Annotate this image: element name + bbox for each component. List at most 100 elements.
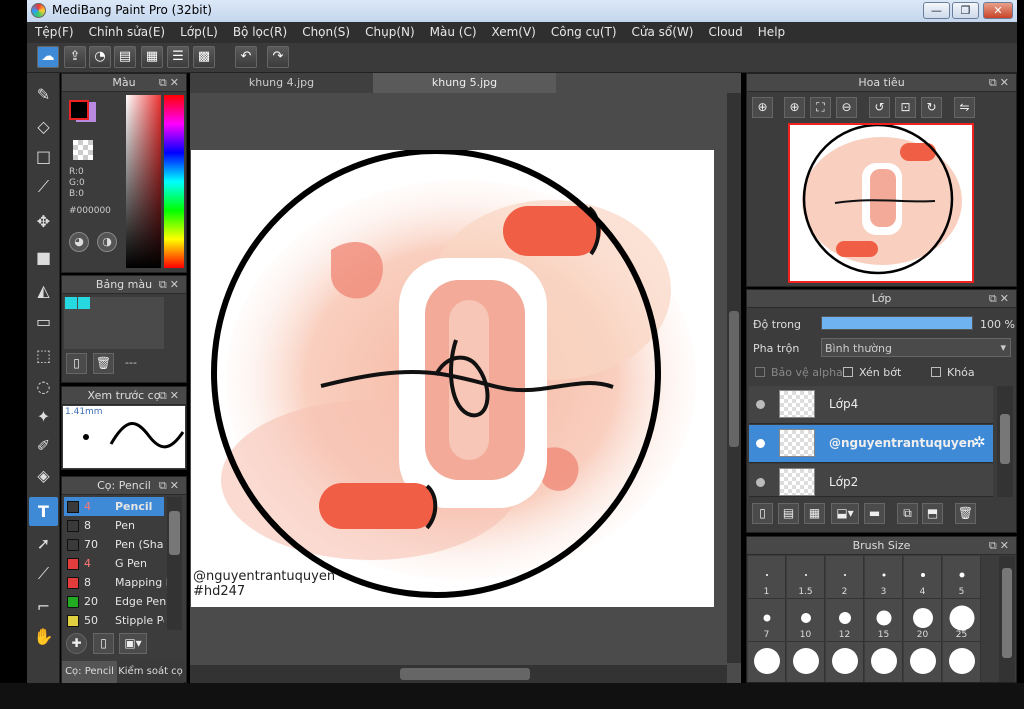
tab-khung-4[interactable]: khung 4.jpg xyxy=(190,73,373,93)
brush-size-cell[interactable]: 4 xyxy=(904,556,942,599)
layer-row[interactable]: Lớp4 xyxy=(749,386,993,424)
tab-brush-control[interactable]: Kiểm soát cọ xyxy=(117,661,184,683)
duplicate-layer-icon[interactable]: ⧉ xyxy=(897,503,918,524)
menu-layer[interactable]: Lớp(L) xyxy=(172,22,225,39)
navigator-thumbnail[interactable] xyxy=(788,123,974,283)
eye-icon[interactable] xyxy=(756,478,765,487)
delete-palette-icon[interactable]: 🗑 xyxy=(93,353,114,374)
redo-icon[interactable]: ↷ xyxy=(267,46,289,68)
layer-list-scrollbar[interactable] xyxy=(997,386,1013,497)
panel-float-close-icon[interactable]: ⧉✕ xyxy=(159,74,182,91)
brush-size-cell[interactable]: 2 xyxy=(826,556,864,599)
brush-size-cell[interactable] xyxy=(748,642,786,682)
merge-layer-icon[interactable]: ⬒ xyxy=(922,503,943,524)
menu-file[interactable]: Tệp(F) xyxy=(27,22,81,39)
folder-icon[interactable]: ▬ xyxy=(864,503,885,524)
new-layer-8bit-icon[interactable]: ▤ xyxy=(778,503,799,524)
eraser-tool-icon[interactable]: ◇ xyxy=(29,112,58,141)
menu-color[interactable]: Màu (C) xyxy=(422,22,484,39)
blend-mode-select[interactable]: Bình thường ▾ xyxy=(821,338,1011,357)
brush-size-cell[interactable]: 15 xyxy=(865,599,903,642)
rectangle-tool-icon[interactable]: □ xyxy=(29,142,58,171)
palette-icon[interactable]: ◕ xyxy=(69,232,89,252)
message-icon[interactable]: ▤ xyxy=(114,46,136,68)
select-tool-icon[interactable]: ⬚ xyxy=(29,341,58,370)
hand-tool-icon[interactable]: ✋ xyxy=(29,622,58,651)
select-eraser-tool-icon[interactable]: ◈ xyxy=(29,461,58,490)
palette-swatch[interactable] xyxy=(65,297,77,309)
palette-swatch[interactable] xyxy=(78,297,90,309)
minimize-button[interactable]: — xyxy=(923,2,950,19)
hue-slider[interactable] xyxy=(164,95,184,268)
add-brush-icon[interactable]: ✚ xyxy=(66,633,87,654)
panel-float-close-icon[interactable]: ⧉✕ xyxy=(989,290,1012,307)
gradient-tool-icon[interactable]: ▭ xyxy=(29,307,58,336)
select-pen-tool-icon[interactable]: ✐ xyxy=(29,431,58,460)
brush-size-cell[interactable]: 5 xyxy=(943,556,981,599)
panel-icon[interactable]: ☰ xyxy=(167,46,189,68)
brush-item[interactable]: 50Stipple Pe xyxy=(64,611,164,630)
new-layer-icon[interactable]: ▯ xyxy=(752,503,773,524)
undo-icon[interactable]: ↶ xyxy=(235,46,257,68)
menu-select[interactable]: Chọn(S) xyxy=(294,22,357,39)
menu-tools[interactable]: Công cụ(T) xyxy=(543,22,624,39)
brush-size-cell[interactable]: 3 xyxy=(865,556,903,599)
menu-filter[interactable]: Bộ lọc(R) xyxy=(225,22,294,39)
brush-item[interactable]: 70 Pen (Sha xyxy=(64,535,164,554)
new-brush-icon[interactable]: ▯ xyxy=(93,633,114,654)
divide-tool-icon[interactable]: ⟋ xyxy=(29,559,58,588)
close-button[interactable]: ✕ xyxy=(983,2,1013,19)
brush-size-cell[interactable]: 10 xyxy=(787,599,825,642)
dot-brush-tool-icon[interactable]: ⟋ xyxy=(29,172,58,201)
grid-icon[interactable]: ▩ xyxy=(193,46,215,68)
panel-float-close-icon[interactable]: ⧉✕ xyxy=(159,276,182,293)
panel-float-close-icon[interactable]: ⧉✕ xyxy=(159,387,182,404)
brush-size-cell[interactable] xyxy=(787,642,825,682)
saturation-value-box[interactable] xyxy=(126,95,161,268)
cloud-icon[interactable]: ☁ xyxy=(37,46,59,68)
rotate-left-icon[interactable]: ↺ xyxy=(869,97,890,118)
brush-size-scrollbar[interactable] xyxy=(999,556,1015,682)
flip-icon[interactable]: ⇋ xyxy=(954,97,975,118)
lasso-tool-icon[interactable]: ◌ xyxy=(29,372,58,401)
transparent-swatch[interactable] xyxy=(73,140,93,160)
opacity-slider[interactable] xyxy=(821,316,973,330)
zoom-in-icon[interactable]: ⊕ xyxy=(784,97,805,118)
brush-size-cell[interactable] xyxy=(826,642,864,682)
text-tool-icon[interactable]: T xyxy=(29,497,58,526)
lock-checkbox[interactable] xyxy=(931,367,941,377)
zoom-icon[interactable]: ⊕ xyxy=(752,97,773,118)
brush-size-cell[interactable]: 12 xyxy=(826,599,864,642)
brush-list-scrollbar[interactable] xyxy=(167,497,182,630)
magic-wand-tool-icon[interactable]: ✦ xyxy=(29,402,58,431)
brush-size-cell[interactable] xyxy=(865,642,903,682)
maximize-button[interactable]: ❐ xyxy=(952,2,979,19)
menu-window[interactable]: Cửa sổ(W) xyxy=(624,22,701,39)
fill-rect-tool-icon[interactable]: ■ xyxy=(29,243,58,272)
document-icon[interactable]: ▦ xyxy=(141,46,163,68)
brush-size-cell[interactable] xyxy=(904,642,942,682)
panel-float-close-icon[interactable]: ⧉✕ xyxy=(159,477,182,494)
brush-item[interactable]: 4G Pen xyxy=(64,554,164,573)
protect-alpha-checkbox[interactable] xyxy=(755,367,765,377)
share-icon[interactable]: ⇪ xyxy=(64,46,86,68)
canvas-vertical-scrollbar[interactable] xyxy=(727,93,741,663)
canvas-horizontal-scrollbar[interactable] xyxy=(190,665,727,683)
new-palette-icon[interactable]: ▯ xyxy=(66,353,87,374)
menu-help[interactable]: Help xyxy=(750,22,792,39)
layer-row[interactable]: @nguyentrantuquyen ✲ xyxy=(749,425,993,463)
brush-size-cell[interactable]: 7 xyxy=(748,599,786,642)
brush-item[interactable]: 4 Pencil xyxy=(64,497,164,516)
menu-edit[interactable]: Chỉnh sửa(E) xyxy=(81,22,173,39)
fit-icon[interactable]: ⛶ xyxy=(810,97,831,118)
comment-icon[interactable]: ◔ xyxy=(89,46,111,68)
operation-tool-icon[interactable]: ➚ xyxy=(29,529,58,558)
layer-row[interactable]: Lớp2 xyxy=(749,464,993,497)
tab-brush[interactable]: Cọ: Pencil xyxy=(62,661,117,683)
move-tool-icon[interactable]: ✥ xyxy=(29,207,58,236)
brush-size-cell[interactable]: 1 xyxy=(748,556,786,599)
add-layer-menu-icon[interactable]: ⬓▾ xyxy=(831,503,859,524)
brush-size-cell[interactable]: 20 xyxy=(904,599,942,642)
new-layer-1bit-icon[interactable]: ▦ xyxy=(804,503,825,524)
brush-settings-icon[interactable]: ▣▾ xyxy=(119,633,147,654)
